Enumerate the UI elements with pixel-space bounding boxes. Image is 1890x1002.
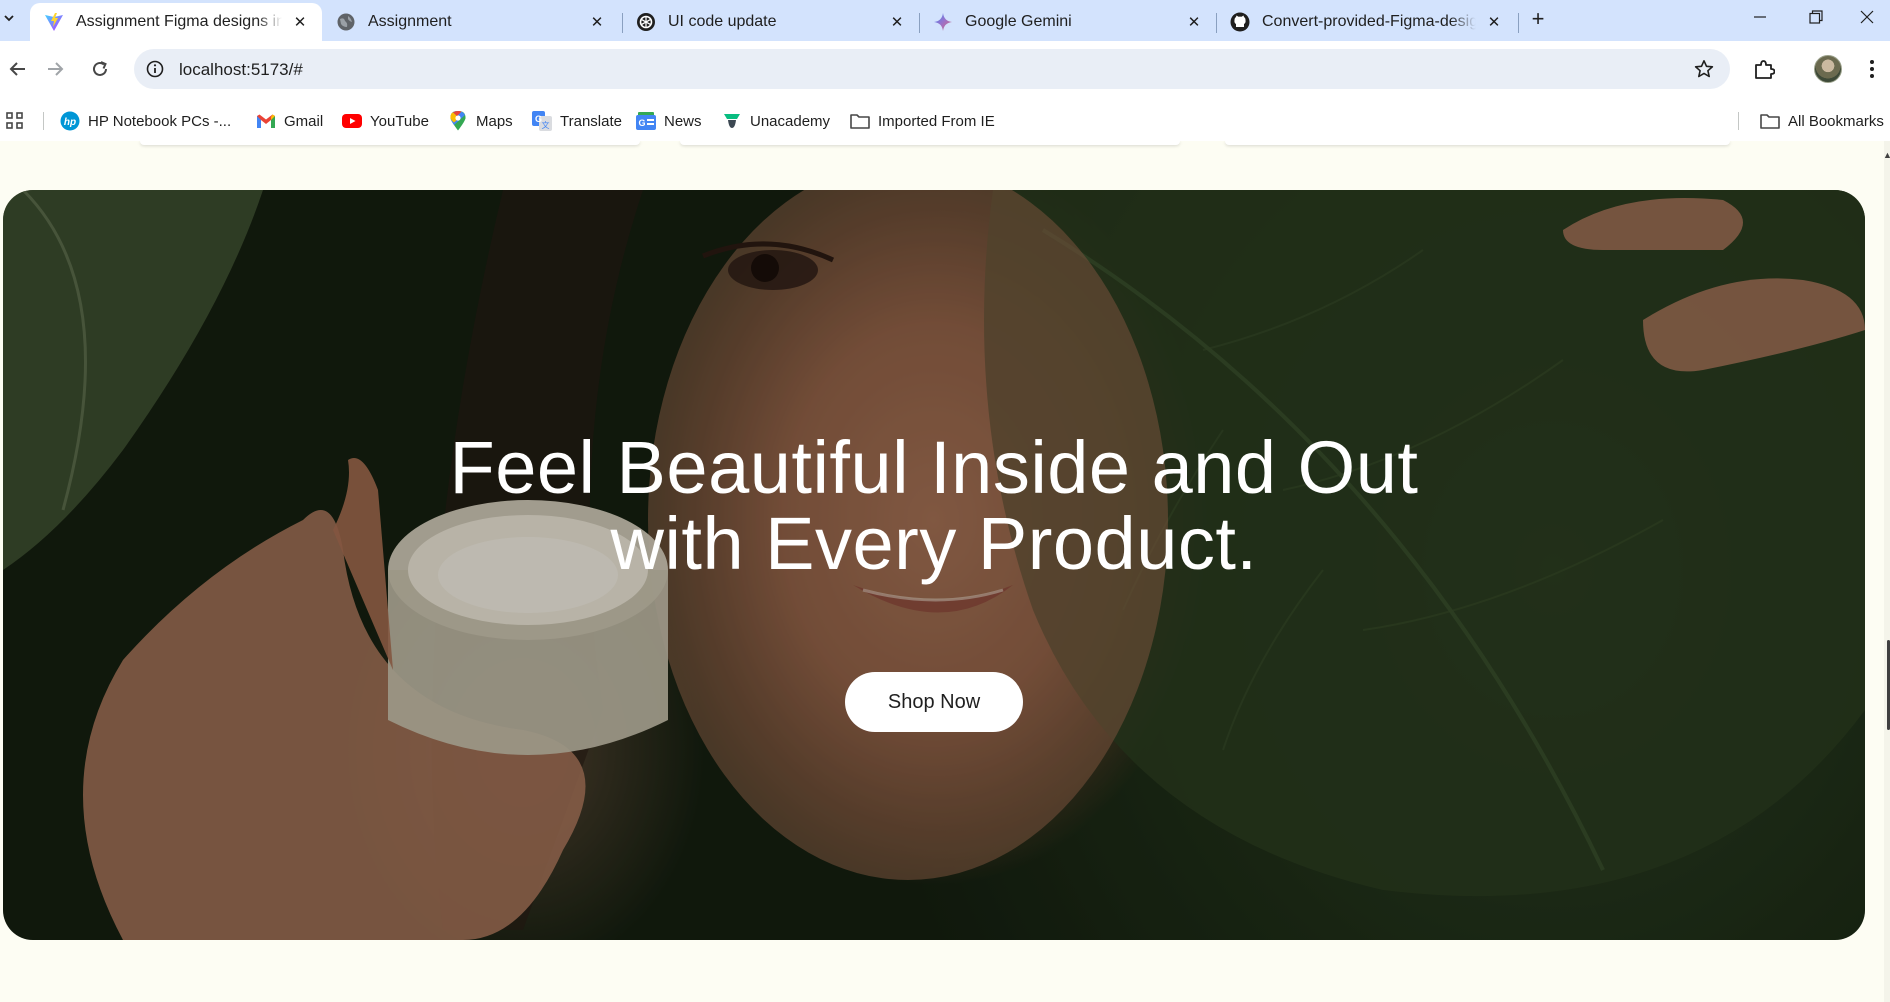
reload-icon[interactable] [82, 51, 118, 87]
vite-icon [44, 12, 64, 32]
tab-title: Assignment [368, 13, 452, 30]
product-card-edge [140, 141, 640, 145]
new-tab-plus-icon[interactable]: + [1524, 5, 1552, 33]
tab-title: Assignment Figma designs into [76, 13, 282, 30]
profile-avatar[interactable] [1812, 53, 1844, 85]
bookmark-label: Imported From IE [878, 112, 995, 130]
tab-ui-code-update[interactable]: UI code update ✕ [622, 3, 919, 41]
youtube-icon [342, 111, 362, 131]
tab-separator [1518, 13, 1519, 33]
tab-github-convert[interactable]: Convert-provided-Figma-design ✕ [1216, 3, 1516, 41]
tab-title: Google Gemini [965, 13, 1072, 30]
back-arrow-icon[interactable] [0, 51, 36, 87]
bookmark-label: Gmail [284, 112, 324, 130]
hero-heading-line2: with Every Product. [610, 502, 1258, 585]
github-icon [1230, 12, 1250, 32]
close-tab-icon[interactable]: ✕ [887, 12, 907, 32]
minimize-window-icon[interactable] [1732, 0, 1788, 34]
globe-icon [336, 12, 356, 32]
bookmark-maps[interactable]: Maps [448, 107, 513, 135]
close-tab-icon[interactable]: ✕ [1184, 12, 1204, 32]
bookmark-label: HP Notebook PCs -... [88, 112, 232, 130]
all-bookmarks-label: All Bookmarks [1788, 112, 1884, 130]
scroll-up-arrow-icon[interactable]: ▲ [1883, 150, 1890, 160]
bookmarks-bar: hp HP Notebook PCs -... Gmail YouTube Ma… [0, 101, 1890, 141]
avatar [1814, 55, 1842, 83]
bookmark-hp-notebook[interactable]: hp HP Notebook PCs -... [60, 107, 231, 135]
close-tab-icon[interactable]: ✕ [290, 12, 310, 32]
product-card-edge [1225, 141, 1730, 145]
bookmark-unacademy[interactable]: Unacademy [722, 107, 830, 135]
bookmarks-separator [43, 112, 44, 130]
close-tab-icon[interactable]: ✕ [1484, 12, 1504, 32]
close-tab-icon[interactable]: ✕ [587, 12, 607, 32]
address-bar[interactable]: localhost:5173/# [134, 49, 1730, 89]
shop-now-button[interactable]: Shop Now [845, 672, 1023, 732]
news-icon: G [636, 111, 656, 131]
tab-title: Convert-provided-Figma-design [1262, 13, 1476, 30]
all-bookmarks-button[interactable]: All Bookmarks [1760, 107, 1884, 135]
hero-banner: Feel Beautiful Inside and Out with Every… [3, 190, 1865, 940]
browser-toolbar: localhost:5173/# [0, 41, 1890, 101]
bookmark-news[interactable]: G News [636, 107, 702, 135]
svg-text:hp: hp [64, 117, 76, 128]
forward-arrow-icon[interactable] [37, 51, 73, 87]
hero-heading-line1: Feel Beautiful Inside and Out [449, 426, 1419, 509]
tab-google-gemini[interactable]: Google Gemini ✕ [919, 3, 1216, 41]
svg-text:文: 文 [542, 120, 550, 130]
tab-assignment-figma[interactable]: Assignment Figma designs into ✕ [30, 3, 322, 41]
bookmark-label: Maps [476, 112, 513, 130]
gemini-icon [933, 12, 953, 32]
tab-assignment[interactable]: Assignment ✕ [322, 3, 619, 41]
hero-heading: Feel Beautiful Inside and Out with Every… [3, 430, 1865, 582]
translate-icon: G文 [532, 111, 552, 131]
page-content: Feel Beautiful Inside and Out with Every… [0, 141, 1890, 1002]
product-card-edge [680, 141, 1180, 145]
bookmark-label: News [664, 112, 702, 130]
page-scrollbar[interactable] [1884, 141, 1890, 1002]
tab-search-chevron-icon[interactable] [0, 3, 18, 33]
apps-grid-icon[interactable] [6, 107, 24, 135]
site-info-icon[interactable] [144, 58, 166, 80]
svg-text:G: G [638, 118, 645, 128]
close-window-icon[interactable] [1844, 0, 1890, 34]
bookmarks-separator [1738, 112, 1739, 130]
folder-icon [1760, 111, 1780, 131]
hp-icon: hp [60, 111, 80, 131]
chatgpt-icon [636, 12, 656, 32]
bookmark-translate[interactable]: G文 Translate [532, 107, 622, 135]
unacademy-icon [722, 111, 742, 131]
restore-window-icon[interactable] [1788, 0, 1844, 34]
bookmark-label: YouTube [370, 112, 429, 130]
bookmark-label: Translate [560, 112, 622, 130]
bookmark-youtube[interactable]: YouTube [342, 107, 429, 135]
bookmark-star-icon[interactable] [1692, 57, 1716, 81]
bookmark-label: Unacademy [750, 112, 831, 130]
tab-title: UI code update [668, 13, 777, 30]
bookmark-imported-from-ie[interactable]: Imported From IE [850, 107, 995, 135]
maps-icon [448, 111, 468, 131]
extensions-puzzle-icon[interactable] [1748, 53, 1780, 85]
browser-menu-kebab-icon[interactable] [1860, 53, 1884, 85]
gmail-icon [256, 111, 276, 131]
browser-tab-strip: Assignment Figma designs into ✕ Assignme… [0, 0, 1890, 41]
bookmark-gmail[interactable]: Gmail [256, 107, 323, 135]
folder-icon [850, 111, 870, 131]
url-text: localhost:5173/# [179, 60, 303, 79]
